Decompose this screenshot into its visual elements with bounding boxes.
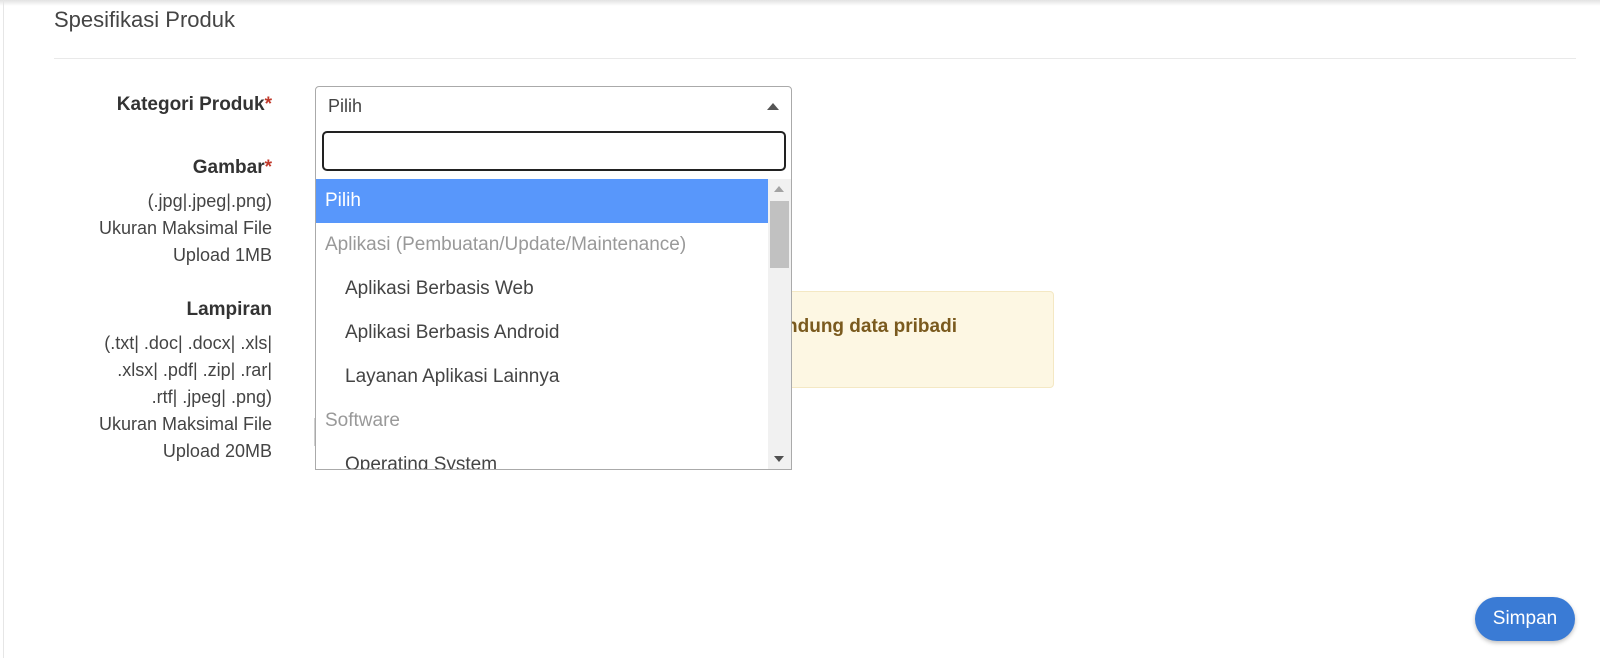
- warning-text: ndung data pribadi: [786, 316, 957, 337]
- image-hint: (.jpg|.jpeg|.png) Ukuran Maksimal File U…: [99, 188, 272, 269]
- top-shadow: [0, 0, 1600, 6]
- dropdown-group-aplikasi: Aplikasi (Pembuatan/Update/Maintenance): [325, 234, 687, 255]
- dropdown-option-pilih[interactable]: Pilih: [316, 179, 769, 223]
- attachment-hint-line: (.txt| .doc| .docx| .xls|: [104, 333, 272, 353]
- attachment-hint-line: Upload 20MB: [162, 441, 272, 461]
- category-label-text: Kategori Produk: [116, 94, 265, 115]
- category-select-value: Pilih: [328, 96, 363, 116]
- scrollbar-thumb[interactable]: [770, 201, 789, 268]
- image-label: Gambar*: [193, 157, 272, 179]
- category-dropdown: Pilih Aplikasi (Pembuatan/Update/Mainten…: [315, 125, 792, 470]
- image-hint-line: Upload 1MB: [172, 245, 272, 265]
- attachment-hint: (.txt| .doc| .docx| .xls| .xlsx| .pdf| .…: [99, 330, 272, 465]
- dropdown-search: [322, 131, 786, 171]
- warning-alert: [760, 291, 1054, 388]
- caret-up-icon: [767, 103, 779, 110]
- dropdown-option-aplikasi-web[interactable]: Aplikasi Berbasis Web: [316, 267, 769, 311]
- image-label-text: Gambar: [192, 157, 265, 178]
- attachment-label: Lampiran: [186, 299, 272, 320]
- scroll-down-arrow-icon[interactable]: [774, 456, 784, 462]
- required-mark: *: [264, 157, 272, 178]
- dropdown-search-input[interactable]: [322, 131, 786, 171]
- dropdown-group-software: Software: [325, 410, 400, 431]
- category-select[interactable]: Pilih: [315, 86, 792, 126]
- dropdown-options: Pilih Aplikasi (Pembuatan/Update/Mainten…: [316, 179, 769, 469]
- dropdown-scrollbar[interactable]: [768, 179, 791, 469]
- dropdown-option-aplikasi-android[interactable]: Aplikasi Berbasis Android: [316, 311, 769, 355]
- attachment-hint-line: Ukuran Maksimal File: [98, 414, 272, 434]
- scroll-up-arrow-icon[interactable]: [774, 186, 784, 192]
- section-title: Spesifikasi Produk: [54, 7, 235, 32]
- section-divider: [54, 58, 1576, 59]
- dropdown-option-aplikasi-lainnya[interactable]: Layanan Aplikasi Lainnya: [316, 355, 769, 399]
- image-hint-line: (.jpg|.jpeg|.png): [147, 191, 272, 211]
- attachment-hint-line: .rtf| .jpeg| .png): [151, 387, 272, 407]
- image-hint-line: Ukuran Maksimal File: [98, 218, 272, 238]
- save-button[interactable]: Simpan: [1475, 597, 1575, 641]
- dropdown-option-operating-system[interactable]: Operating System: [316, 443, 769, 469]
- category-label: Kategori Produk*: [117, 94, 272, 116]
- left-border: [3, 0, 4, 658]
- attachment-hint-line: .xlsx| .pdf| .zip| .rar|: [117, 360, 272, 380]
- required-mark: *: [264, 94, 272, 115]
